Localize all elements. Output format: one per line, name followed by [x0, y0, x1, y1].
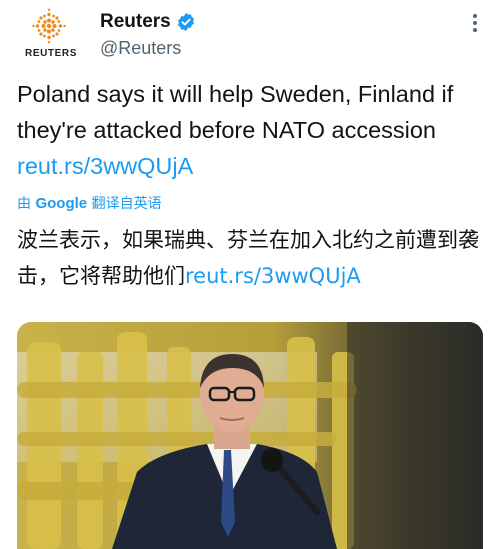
- photo-man-in-suit-icon: [17, 322, 483, 549]
- display-name[interactable]: Reuters: [100, 11, 171, 33]
- tweet-link[interactable]: reut.rs/3wwQUjA: [17, 153, 193, 179]
- translation-prefix: 由: [17, 196, 36, 212]
- reuters-logo-icon: [32, 8, 66, 44]
- avatar-wordmark: REUTERS: [25, 48, 77, 59]
- translation-attribution[interactable]: 由 Google 翻译自英语: [17, 193, 162, 213]
- translation-provider: Google: [35, 195, 88, 212]
- tweet-header: REUTERS Reuters @Reuters: [0, 0, 500, 70]
- tweet-photo[interactable]: [17, 322, 483, 549]
- translation-suffix: 翻译自英语: [87, 196, 162, 212]
- reuters-avatar[interactable]: REUTERS: [20, 8, 78, 66]
- translated-text: 波兰表示，如果瑞典、芬兰在加入北约之前遭到袭击，它将帮助他们reut.rs/3w…: [17, 222, 491, 294]
- tweet-body: Poland says it will help Sweden, Finland…: [17, 81, 454, 143]
- verified-badge-icon: [178, 12, 194, 32]
- translated-link[interactable]: reut.rs/3wwQUjA: [185, 264, 361, 288]
- tweet-text: Poland says it will help Sweden, Finland…: [17, 76, 487, 184]
- more-vertical-icon[interactable]: [468, 10, 482, 38]
- account-handle[interactable]: @Reuters: [100, 38, 181, 59]
